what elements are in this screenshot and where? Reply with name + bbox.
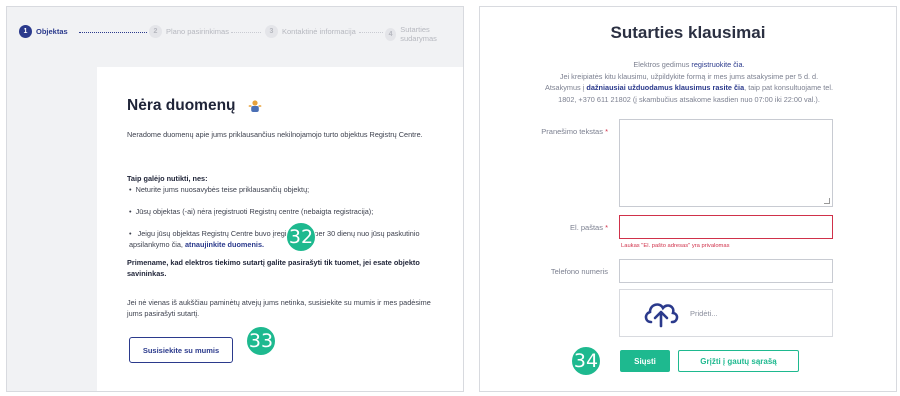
- message-textarea[interactable]: [619, 119, 833, 207]
- step-number: 2: [149, 25, 162, 38]
- reason-item: Neturite jums nuosavybės teise priklausa…: [129, 184, 429, 195]
- no-data-card: Nėra duomenų Neradome duomenų apie jums …: [97, 67, 463, 391]
- step-sutarties-sudarymas[interactable]: 4 Sutarties sudarymas: [385, 25, 459, 43]
- contact-us-button[interactable]: Susisiekite su mumis: [129, 337, 233, 363]
- step-number: 3: [265, 25, 278, 38]
- annotation-badge-33: 33: [246, 326, 276, 356]
- annotation-badge-34: 34: [571, 346, 601, 376]
- reason-item: Jeigu jūsų objektas Registrų Centre buvo…: [129, 228, 429, 250]
- message-label: Pranešimo tekstas *: [541, 127, 608, 136]
- owner-reminder: Primename, kad elektros tiekimo sutartį …: [127, 258, 420, 278]
- form-description: Elektros gedimus registruokite čia. Jei …: [545, 60, 833, 104]
- email-field[interactable]: [619, 215, 833, 239]
- card-title: Nėra duomenų: [127, 97, 262, 115]
- file-upload-area[interactable]: Pridėti...: [619, 289, 833, 337]
- step-plano-pasirinkimas[interactable]: 2 Plano pasirinkimas: [149, 25, 229, 38]
- contact-text: Jei nė vienas iš aukščiau paminėtų atvej…: [127, 298, 431, 318]
- step-label: Objektas: [36, 27, 68, 36]
- step-connector: [359, 32, 383, 33]
- shrug-person-icon: [248, 100, 261, 112]
- step-number: 4: [385, 27, 397, 41]
- register-faults-link[interactable]: registruokite čia.: [691, 60, 744, 69]
- contract-questions-panel: Sutarties klausimai Elektros gedimus reg…: [479, 6, 897, 392]
- cloud-upload-icon: [644, 303, 679, 328]
- objektas-panel: 1 Objektas 2 Plano pasirinkimas 3 Kontak…: [6, 6, 464, 392]
- email-label: El. paštas *: [570, 223, 608, 232]
- refresh-data-link[interactable]: atnaujinkite duomenis.: [185, 240, 264, 249]
- step-number: 1: [19, 25, 32, 38]
- faq-link[interactable]: dažniausiai užduodamus klausimus rasite …: [586, 83, 744, 92]
- step-connector: [231, 32, 261, 33]
- back-to-list-button[interactable]: Grįžti į gautų sąrašą: [678, 350, 799, 372]
- card-title-text: Nėra duomenų: [127, 97, 236, 114]
- step-label: Plano pasirinkimas: [166, 27, 229, 36]
- upload-label: Pridėti...: [690, 308, 718, 318]
- screenshot-root: 1 Objektas 2 Plano pasirinkimas 3 Kontak…: [0, 0, 900, 396]
- step-label: Sutarties sudarymas: [400, 25, 437, 43]
- reason-item: Jūsų objektas (-ai) nėra įregistruoti Re…: [129, 206, 429, 217]
- step-connector: [79, 32, 147, 33]
- intro-text: Neradome duomenų apie jums priklausančiu…: [127, 130, 423, 139]
- annotation-badge-32: 32: [286, 222, 316, 252]
- reasons-title: Taip galėjo nutikti, nes:: [127, 174, 208, 183]
- phone-label: Telefono numeris: [550, 267, 608, 276]
- page-title: Sutarties klausimai: [610, 23, 766, 42]
- phone-field[interactable]: [619, 259, 833, 283]
- send-button[interactable]: Siųsti: [620, 350, 670, 372]
- email-error-message: Laukas "El. pašto adresas" yra privaloma…: [621, 243, 730, 249]
- step-label: Kontaktinė informacija: [282, 27, 356, 36]
- progress-stepper: 1 Objektas 2 Plano pasirinkimas 3 Kontak…: [19, 25, 459, 43]
- step-kontaktine-informacija[interactable]: 3 Kontaktinė informacija: [265, 25, 356, 38]
- resize-handle-icon[interactable]: [824, 198, 830, 204]
- step-objektas[interactable]: 1 Objektas: [19, 25, 68, 38]
